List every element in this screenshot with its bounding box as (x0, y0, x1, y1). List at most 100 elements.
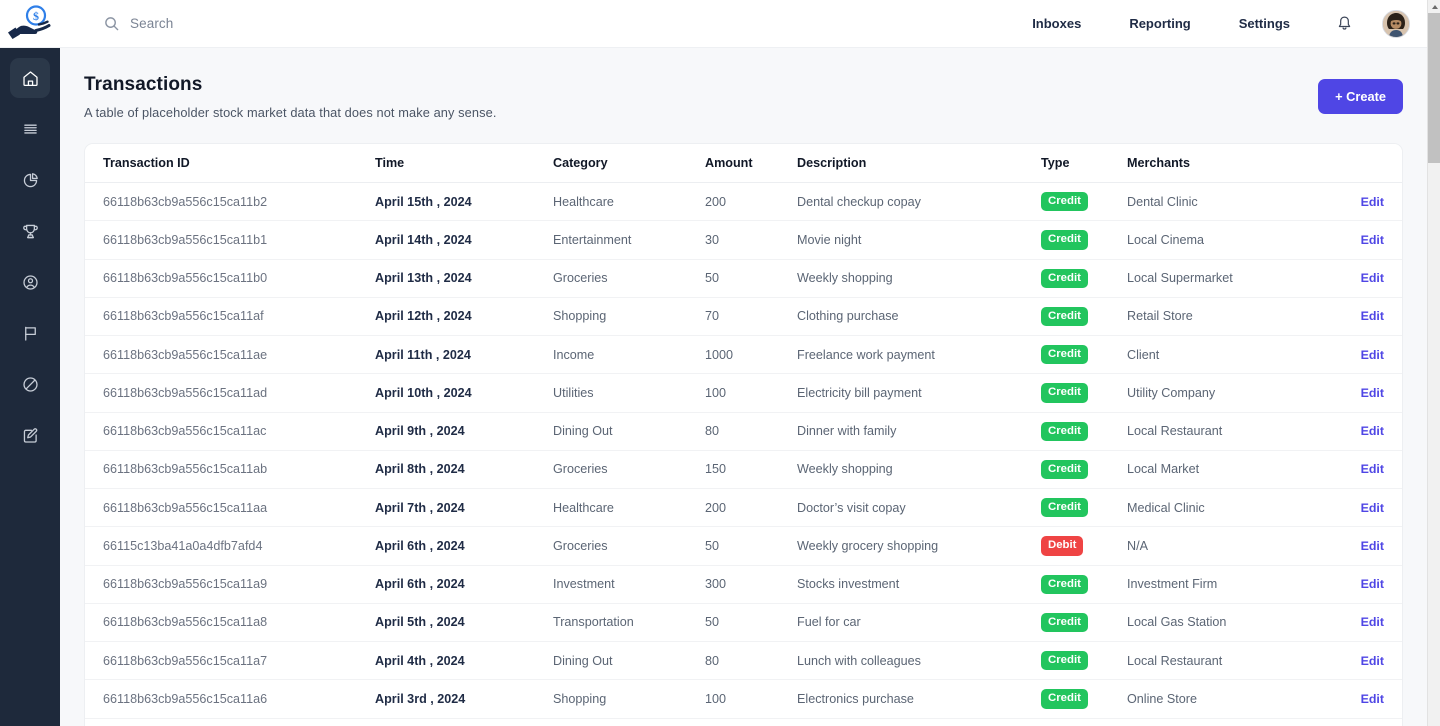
cell-type: Credit (1041, 335, 1127, 375)
table-row[interactable]: 66118b63cb9a556c15ca11a9 April 6th , 2024… (85, 565, 1402, 604)
table-row[interactable]: 66118b63cb9a556c15ca11aa April 7th , 2024… (85, 488, 1402, 528)
table-row[interactable]: 66118b63cb9a556c15ca11b2 April 15th , 202… (85, 182, 1402, 222)
ban-icon (22, 376, 38, 392)
cell-category: Dining Out (553, 412, 705, 451)
page-header: Transactions A table of placeholder stoc… (84, 74, 1403, 120)
table-row[interactable]: 66118b63cb9a556c15ca11b0 April 13th , 202… (85, 259, 1402, 298)
column-header-category[interactable]: Category (553, 144, 705, 183)
user-avatar[interactable] (1382, 9, 1410, 38)
column-header-merchants[interactable]: Merchants (1127, 144, 1337, 183)
sidebar-item-analytics[interactable] (10, 160, 50, 200)
column-header-description[interactable]: Description (797, 144, 1041, 183)
status-badge: Credit (1041, 306, 1088, 326)
user-circle-icon (22, 274, 38, 290)
cell-time: April 6th , 2024 (375, 565, 553, 604)
edit-link[interactable]: Edit (1361, 424, 1384, 438)
edit-link[interactable]: Edit (1361, 692, 1384, 706)
edit-link[interactable]: Edit (1361, 386, 1384, 400)
table-row[interactable]: 66118b63cb9a556c15ca11ac April 9th , 2024… (85, 412, 1402, 451)
pie-chart-icon (23, 172, 38, 187)
cell-time: April 5th , 2024 (375, 603, 553, 643)
table-row[interactable]: 66118b63cb9a556c15ca11ad April 10th , 202… (85, 373, 1402, 413)
edit-link[interactable]: Edit (1361, 462, 1384, 476)
edit-link[interactable]: Edit (1361, 195, 1384, 209)
home-icon (22, 70, 38, 86)
column-header-time[interactable]: Time (375, 144, 553, 183)
column-header-transaction-id[interactable]: Transaction ID (85, 144, 375, 183)
page-subtitle: A table of placeholder stock market data… (84, 105, 497, 120)
table-row[interactable]: 66118b63cb9a556c15ca11ae April 11th , 202… (85, 335, 1402, 375)
cell-time: April 11th , 2024 (375, 335, 553, 375)
cell-actions: Edit (1337, 450, 1402, 490)
edit-link[interactable]: Edit (1361, 654, 1384, 668)
cell-description: Weekly shopping (797, 259, 1041, 298)
sidebar-item-compose[interactable] (10, 415, 50, 455)
sidebar-item-layers[interactable] (10, 109, 50, 149)
status-badge: Credit (1041, 574, 1088, 594)
cell-transaction-id: 66118b63cb9a556c15ca11ae (85, 335, 375, 375)
cell-amount: 150 (705, 450, 797, 490)
table-row[interactable]: 66118b63cb9a556c15ca11b1 April 14th , 202… (85, 220, 1402, 260)
table-row[interactable]: 66118b63cb9a556c15ca11a5April 2nd , 2024… (85, 718, 1402, 726)
edit-square-icon (23, 427, 37, 443)
cell-merchant: Investment Firm (1127, 565, 1337, 604)
nav-link-inboxes[interactable]: Inboxes (1008, 0, 1105, 48)
table-row[interactable]: 66118b63cb9a556c15ca11a7 April 4th , 2024… (85, 641, 1402, 681)
cell-description: Doctor’s visit copay (797, 488, 1041, 528)
notifications-button[interactable] (1324, 0, 1364, 48)
edit-link[interactable]: Edit (1361, 233, 1384, 247)
cell-type: Credit (1041, 718, 1127, 726)
cell-transaction-id: 66118b63cb9a556c15ca11ab (85, 450, 375, 490)
cell-category: Healthcare (553, 182, 705, 222)
edit-link[interactable]: Edit (1361, 348, 1384, 362)
search-input[interactable]: Search (104, 0, 173, 48)
sidebar-item-home[interactable] (10, 58, 50, 98)
cell-description: Weekly grocery shopping (797, 526, 1041, 566)
scrollbar-thumb[interactable] (1428, 13, 1440, 163)
cell-description: Stocks investment (797, 565, 1041, 604)
table-row[interactable]: 66118b63cb9a556c15ca11a8 April 5th , 2024… (85, 603, 1402, 643)
cell-amount: 100 (705, 373, 797, 413)
sidebar-item-achievements[interactable] (10, 211, 50, 251)
table-row[interactable]: 66118b63cb9a556c15ca11a6 April 3rd , 2024… (85, 679, 1402, 719)
edit-link[interactable]: Edit (1361, 501, 1384, 515)
cell-merchant: Medical Clinic (1127, 488, 1337, 528)
table-row[interactable]: 66115c13ba41a0a4dfb7afd4 April 6th , 2024… (85, 526, 1402, 566)
cell-description: Electricity bill payment (797, 373, 1041, 413)
trophy-icon (22, 224, 38, 238)
flag-icon (24, 326, 36, 341)
cell-time: April 7th , 2024 (375, 488, 553, 528)
edit-link[interactable]: Edit (1361, 271, 1384, 285)
create-button[interactable]: + Create (1318, 79, 1403, 114)
nav-link-settings[interactable]: Settings (1215, 0, 1314, 48)
edit-link[interactable]: Edit (1361, 309, 1384, 323)
cell-description: Dinner with family (797, 412, 1041, 451)
column-header-type[interactable]: Type (1041, 144, 1127, 183)
cell-description: Clothing purchase (797, 297, 1041, 337)
table-row[interactable]: 66118b63cb9a556c15ca11af April 12th , 202… (85, 297, 1402, 337)
page-scrollbar[interactable] (1427, 0, 1440, 726)
cell-description: Dental checkup copay (797, 182, 1041, 222)
edit-link[interactable]: Edit (1361, 577, 1384, 591)
edit-link[interactable]: Edit (1361, 539, 1384, 553)
cell-time: April 15th , 2024 (375, 182, 553, 222)
cell-amount: 80 (705, 412, 797, 451)
scroll-up-arrow-icon[interactable] (1428, 0, 1440, 13)
sidebar-item-account[interactable] (10, 262, 50, 302)
cell-actions: Edit (1337, 641, 1402, 681)
app-logo[interactable]: $ (0, 0, 60, 48)
table-row[interactable]: 66118b63cb9a556c15ca11ab April 8th , 2024… (85, 450, 1402, 490)
cell-transaction-id: 66118b63cb9a556c15ca11ad (85, 373, 375, 413)
column-header-amount[interactable]: Amount (705, 144, 797, 183)
sidebar-item-blocked[interactable] (10, 364, 50, 404)
cell-category: Groceries (553, 718, 705, 726)
cell-merchant: Local Supermarket (1127, 718, 1337, 726)
nav-link-reporting[interactable]: Reporting (1105, 0, 1214, 48)
cell-transaction-id: 66118b63cb9a556c15ca11aa (85, 488, 375, 528)
sidebar-item-flags[interactable] (10, 313, 50, 353)
edit-link[interactable]: Edit (1361, 615, 1384, 629)
status-badge: Credit (1041, 230, 1088, 250)
dollar-hand-logo-icon: $ (8, 4, 51, 39)
cell-category: Healthcare (553, 488, 705, 528)
cell-transaction-id: 66118b63cb9a556c15ca11af (85, 297, 375, 337)
